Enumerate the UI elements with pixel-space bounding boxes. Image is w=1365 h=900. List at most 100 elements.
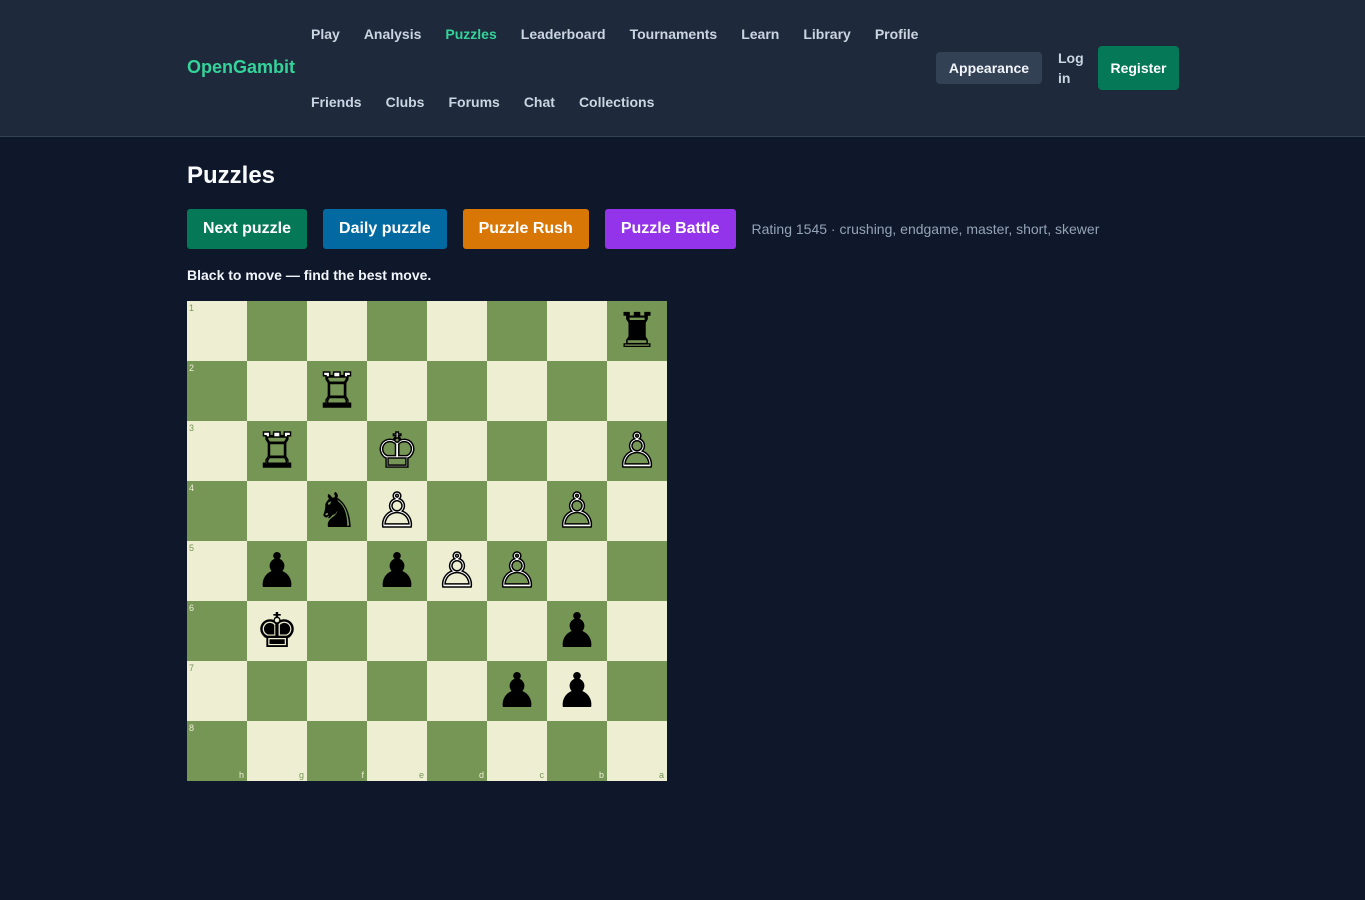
square-g5[interactable]: ♟ [247,541,307,601]
square-g2[interactable] [247,361,307,421]
square-f4[interactable]: ♞ [307,481,367,541]
black-knight-icon[interactable]: ♞ [315,487,358,535]
square-h6[interactable]: 6 [187,601,247,661]
square-f3[interactable] [307,421,367,481]
square-e8[interactable]: e [367,721,427,781]
square-b3[interactable] [547,421,607,481]
nav-link-tournaments[interactable]: Tournaments [618,24,730,44]
square-b2[interactable] [547,361,607,421]
square-f1[interactable] [307,301,367,361]
square-a4[interactable] [607,481,667,541]
square-c2[interactable] [487,361,547,421]
square-c3[interactable] [487,421,547,481]
square-d4[interactable] [427,481,487,541]
white-king-icon[interactable]: ♔ [375,426,420,476]
nav-link-library[interactable]: Library [791,24,862,44]
nav-link-chat[interactable]: Chat [512,92,567,112]
square-d2[interactable] [427,361,487,421]
square-a3[interactable]: ♙ [607,421,667,481]
black-pawn-icon[interactable]: ♟ [555,607,598,655]
white-rook-icon[interactable]: ♖ [255,426,300,476]
square-a1[interactable]: ♜ [607,301,667,361]
daily-puzzle-button[interactable]: Daily puzzle [323,209,447,249]
square-a2[interactable] [607,361,667,421]
square-h8[interactable]: 8h [187,721,247,781]
chess-board[interactable]: 1 ♜ 2 ♖ 3 ♖ ♔ ♙ 4 ♞ ♙ ♙ 5 ♟ ♟ ♙ ♙ 6 ♚ ♟ 7 ♟ ♟ 8 h g f e d c b a [187,301,667,781]
black-rook-icon[interactable]: ♜ [615,307,658,355]
square-e2[interactable] [367,361,427,421]
square-e6[interactable] [367,601,427,661]
square-h7[interactable]: 7 [187,661,247,721]
square-g8[interactable]: g [247,721,307,781]
nav-link-puzzles[interactable]: Puzzles [433,24,508,44]
black-pawn-icon[interactable]: ♟ [375,547,418,595]
square-d7[interactable] [427,661,487,721]
square-f6[interactable] [307,601,367,661]
square-e5[interactable]: ♟ [367,541,427,601]
square-f8[interactable]: f [307,721,367,781]
square-h2[interactable]: 2 [187,361,247,421]
white-pawn-icon[interactable]: ♙ [555,486,600,536]
square-g3[interactable]: ♖ [247,421,307,481]
square-d5[interactable]: ♙ [427,541,487,601]
square-g6[interactable]: ♚ [247,601,307,661]
square-f5[interactable] [307,541,367,601]
square-c8[interactable]: c [487,721,547,781]
white-pawn-icon[interactable]: ♙ [375,486,420,536]
square-h1[interactable]: 1 [187,301,247,361]
square-g1[interactable] [247,301,307,361]
register-button[interactable]: Register [1098,46,1179,90]
square-d1[interactable] [427,301,487,361]
square-f2[interactable]: ♖ [307,361,367,421]
black-pawn-icon[interactable]: ♟ [555,667,598,715]
brand-logo[interactable]: OpenGambit [187,57,295,78]
square-e4[interactable]: ♙ [367,481,427,541]
square-f7[interactable] [307,661,367,721]
square-c1[interactable] [487,301,547,361]
square-d6[interactable] [427,601,487,661]
white-rook-icon[interactable]: ♖ [315,366,360,416]
square-d3[interactable] [427,421,487,481]
square-b1[interactable] [547,301,607,361]
nav-link-play[interactable]: Play [299,24,352,44]
square-c4[interactable] [487,481,547,541]
white-pawn-icon[interactable]: ♙ [495,546,540,596]
appearance-button[interactable]: Appearance [936,52,1042,84]
square-b7[interactable]: ♟ [547,661,607,721]
square-c7[interactable]: ♟ [487,661,547,721]
nav-link-learn[interactable]: Learn [729,24,791,44]
square-e7[interactable] [367,661,427,721]
black-pawn-icon[interactable]: ♟ [255,547,298,595]
nav-link-profile[interactable]: Profile [863,24,931,44]
next-puzzle-button[interactable]: Next puzzle [187,209,308,249]
nav-link-collections[interactable]: Collections [567,92,666,112]
square-b5[interactable] [547,541,607,601]
puzzle-rush-button[interactable]: Puzzle Rush [462,209,589,249]
square-b6[interactable]: ♟ [547,601,607,661]
square-d8[interactable]: d [427,721,487,781]
square-g4[interactable] [247,481,307,541]
nav-link-leaderboard[interactable]: Leaderboard [509,24,618,44]
square-g7[interactable] [247,661,307,721]
white-pawn-icon[interactable]: ♙ [615,426,660,476]
square-c5[interactable]: ♙ [487,541,547,601]
square-h3[interactable]: 3 [187,421,247,481]
square-h5[interactable]: 5 [187,541,247,601]
nav-link-clubs[interactable]: Clubs [374,92,437,112]
nav-link-friends[interactable]: Friends [299,92,374,112]
square-b4[interactable]: ♙ [547,481,607,541]
square-e3[interactable]: ♔ [367,421,427,481]
square-a5[interactable] [607,541,667,601]
square-e1[interactable] [367,301,427,361]
square-a6[interactable] [607,601,667,661]
square-b8[interactable]: b [547,721,607,781]
nav-link-forums[interactable]: Forums [436,92,511,112]
black-pawn-icon[interactable]: ♟ [495,667,538,715]
square-a7[interactable] [607,661,667,721]
square-h4[interactable]: 4 [187,481,247,541]
puzzle-battle-button[interactable]: Puzzle Battle [604,209,736,249]
nav-link-analysis[interactable]: Analysis [352,24,434,44]
black-king-icon[interactable]: ♚ [255,607,298,655]
login-link[interactable]: Log in [1058,48,1088,88]
white-pawn-icon[interactable]: ♙ [435,546,480,596]
